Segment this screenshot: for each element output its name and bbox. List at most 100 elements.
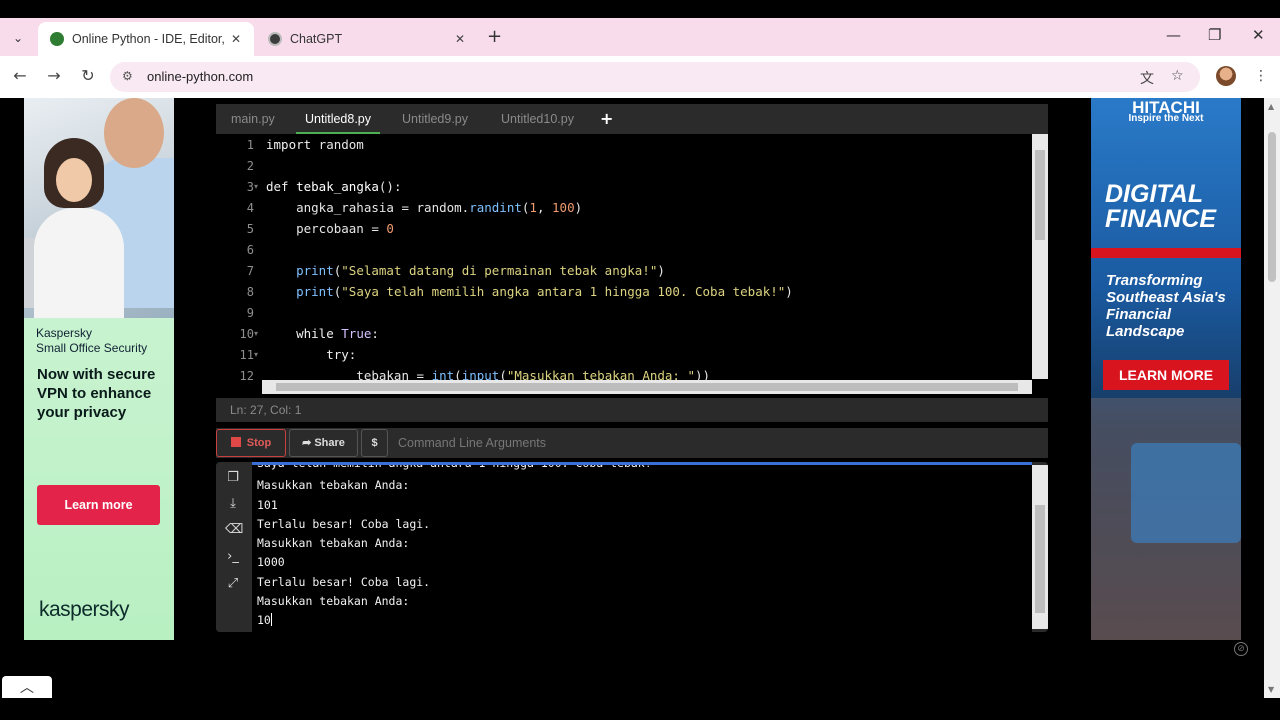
kaspersky-ad[interactable]: Kaspersky Small Office Security Now with… <box>24 98 174 640</box>
tab-chatgpt[interactable]: ChatGPT ✕ <box>256 22 478 56</box>
copy-icon[interactable]: ❐ <box>225 470 241 486</box>
line-number: 3 <box>246 180 254 194</box>
minimize-button[interactable]: — <box>1166 26 1181 44</box>
person-head-shape <box>104 98 164 168</box>
screen: ⌄ Online Python - IDE, Editor, Com ✕ Cha… <box>0 0 1280 720</box>
fold-arrow-icon[interactable]: ▾ <box>254 350 264 359</box>
browser-tabbar: ⌄ Online Python - IDE, Editor, Com ✕ Cha… <box>0 18 1280 56</box>
stop-icon <box>230 437 241 447</box>
reload-button[interactable]: ↻ <box>78 66 98 85</box>
add-file-button[interactable]: + <box>600 109 613 128</box>
share-icon: ➦ <box>302 437 315 449</box>
ad-title-line: FINANCE <box>1105 205 1217 233</box>
learn-more-button[interactable]: LEARN MORE <box>1103 360 1229 390</box>
avatar[interactable] <box>1216 66 1236 86</box>
forward-button[interactable]: → <box>44 66 64 85</box>
close-window-button[interactable]: ✕ <box>1252 26 1265 44</box>
console-line: Masukkan tebakan Anda: <box>257 594 410 608</box>
editor-vertical-scrollbar[interactable] <box>1032 134 1048 379</box>
command-line-arguments-input[interactable]: Command Line Arguments <box>396 429 1046 457</box>
eraser-icon[interactable]: ⌫ <box>225 522 243 538</box>
kebab-menu-icon[interactable]: ⋮ <box>1254 68 1268 84</box>
console-output[interactable]: Saya telah memilih angka antara 1 hingga… <box>252 462 1032 632</box>
tune-icon[interactable]: ⚙ <box>122 69 138 85</box>
console-line: Masukkan tebakan Anda: <box>257 536 410 550</box>
line-number: 9 <box>246 306 254 320</box>
tab-untitled9-py[interactable]: Untitled9.py <box>402 104 468 134</box>
ad-brand-line: Kaspersky <box>36 326 93 340</box>
new-tab-button[interactable]: + <box>487 26 502 47</box>
translate-icon[interactable]: 文 <box>1140 68 1154 88</box>
scroll-to-top-button[interactable]: ︿ <box>2 676 52 700</box>
tab-online-python[interactable]: Online Python - IDE, Editor, Com ✕ <box>38 22 254 56</box>
close-icon[interactable]: ✕ <box>452 32 468 46</box>
scroll-up-icon[interactable]: ▲ <box>1268 102 1274 111</box>
page-scrollbar[interactable]: ▲ ▼ <box>1264 98 1280 698</box>
code-line: import random <box>266 137 364 152</box>
console-input-text: 10 <box>257 613 271 627</box>
learn-more-button[interactable]: Learn more <box>37 485 160 525</box>
stop-label: Stop <box>246 437 272 449</box>
line-number: 6 <box>246 243 254 257</box>
scroll-thumb[interactable] <box>1268 132 1276 282</box>
line-number: 1 <box>246 138 254 152</box>
scroll-thumb[interactable] <box>1035 150 1045 240</box>
code-line: print("Saya telah memilih angka antara 1… <box>296 284 793 299</box>
code-line: percobaan = 0 <box>266 221 394 236</box>
download-icon[interactable]: ⤓ <box>225 496 241 512</box>
kaspersky-logo: kaspersky <box>39 598 130 621</box>
scroll-thumb[interactable] <box>276 383 1018 391</box>
code-line: while True: <box>296 326 379 341</box>
console-line: 101 <box>257 498 278 512</box>
code-line: print("Selamat datang di permainan tebak… <box>296 263 665 278</box>
share-label: Share <box>314 437 345 449</box>
line-number: 12 <box>239 369 254 383</box>
close-icon[interactable]: ✕ <box>228 32 244 46</box>
address-bar[interactable]: ⚙ online-python.com <box>110 62 1200 92</box>
share-button[interactable]: ➦ Share <box>289 429 358 457</box>
code-line: def tebak_angka(): <box>266 179 402 194</box>
line-number: 10 <box>239 327 254 341</box>
tab-untitled8-py[interactable]: Untitled8.py <box>296 104 381 134</box>
tab-untitled10-py[interactable]: Untitled10.py <box>501 104 574 134</box>
scroll-thumb[interactable] <box>1035 505 1045 613</box>
expand-icon[interactable]: ⤢ <box>225 576 241 592</box>
run-controls: Stop ➦ Share $ Command Line Arguments <box>216 428 1048 458</box>
tab-main-py[interactable]: main.py <box>231 104 275 134</box>
tab-search-button[interactable]: ⌄ <box>8 28 28 48</box>
line-number: 5 <box>246 222 254 236</box>
bottom-strip <box>0 698 1280 720</box>
console-vertical-scrollbar[interactable] <box>1032 465 1048 629</box>
stop-button[interactable]: Stop <box>216 429 286 457</box>
ad-title-line: DIGITAL <box>1105 180 1204 208</box>
text-caret <box>270 613 272 626</box>
line-number: 4 <box>246 201 254 215</box>
browser-toolbar: ← → ↻ ⚙ online-python.com 文 ☆ ⋮ <box>0 56 1280 98</box>
scroll-down-icon[interactable]: ▼ <box>1268 685 1274 694</box>
ad-photo <box>24 98 174 318</box>
line-number: 7 <box>246 264 254 278</box>
console-input-line[interactable]: 10 <box>257 613 272 627</box>
fold-arrow-icon[interactable]: ▾ <box>254 182 264 191</box>
file-tabs: main.py Untitled8.py Untitled9.py Untitl… <box>216 104 1048 134</box>
ad-headline: Now with secure VPN to enhance your priv… <box>37 366 156 421</box>
terminal-icon[interactable]: ›_ <box>225 549 241 565</box>
console: ❐ ⤓ ⌫ ›_ ⤢ Saya telah memilih angka anta… <box>216 462 1048 632</box>
star-icon[interactable]: ☆ <box>1171 68 1184 84</box>
line-number: 8 <box>246 285 254 299</box>
fold-arrow-icon[interactable]: ▾ <box>254 329 264 338</box>
code-editor: main.py Untitled8.py Untitled9.py Untitl… <box>216 104 1048 422</box>
back-button[interactable]: ← <box>10 66 30 85</box>
dollar-button[interactable]: $ <box>361 429 388 457</box>
hitachi-ad[interactable]: HITACHI Inspire the Next DIGITAL FINANCE… <box>1091 98 1241 640</box>
tab-title: Online Python - IDE, Editor, Com <box>72 32 228 46</box>
code-line: try: <box>326 347 357 362</box>
cursor-status: Ln: 27, Col: 1 <box>216 398 1048 422</box>
ad-brand: Kaspersky Small Office Security <box>36 326 147 356</box>
restore-button[interactable]: ❐ <box>1208 26 1221 44</box>
ad-choices-icon[interactable]: ⊘ <box>1234 642 1248 656</box>
console-line: Saya telah memilih angka antara 1 hingga… <box>257 462 652 470</box>
editor-horizontal-scrollbar[interactable] <box>262 380 1032 394</box>
code-area[interactable]: 1 2 3 4 5 6 7 8 9 10 11 12 ▾ ▾ ▾ import … <box>216 134 1048 398</box>
person-shape <box>34 208 124 318</box>
